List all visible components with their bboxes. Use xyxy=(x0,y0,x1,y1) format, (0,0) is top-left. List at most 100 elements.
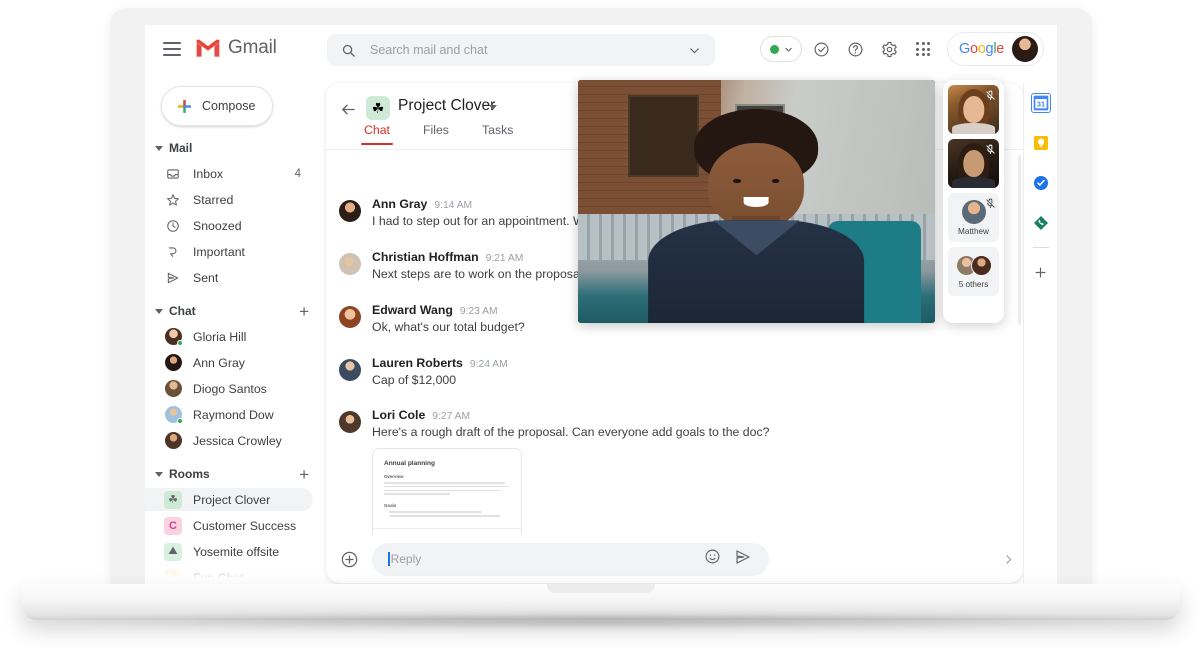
add-app-icon[interactable] xyxy=(1031,262,1051,282)
tasks-check-circle-icon[interactable] xyxy=(806,34,836,64)
tab-tasks[interactable]: Tasks xyxy=(482,123,513,145)
google-keep-icon[interactable] xyxy=(1031,133,1051,153)
hamburger-menu-icon[interactable] xyxy=(163,42,181,56)
reply-bar xyxy=(326,535,1023,583)
participant-name: Matthew xyxy=(958,227,989,236)
room-emoji-clover-icon: ☘ xyxy=(366,96,390,120)
important-label-icon xyxy=(164,245,182,259)
scrollbar[interactable] xyxy=(1018,155,1021,325)
message-timestamp: 9:23 AM xyxy=(460,306,498,317)
speaker-figure xyxy=(657,109,857,323)
doc-attachment-card[interactable]: Annual planning Overview Goals xyxy=(372,448,522,535)
room-menu-chevron-down-icon[interactable] xyxy=(489,105,497,110)
add-chat-icon[interactable]: + xyxy=(299,303,309,320)
sidebar-item-sent[interactable]: Sent xyxy=(145,266,313,289)
participant-tile-matthew[interactable]: Matthew xyxy=(948,193,999,242)
laptop-shadow xyxy=(45,614,1157,628)
presence-dot xyxy=(177,340,183,346)
nav-section-chat[interactable]: Chat + xyxy=(145,300,323,322)
tab-files[interactable]: Files xyxy=(423,123,449,145)
others-count-label: 5 others xyxy=(959,280,989,289)
sidebar-item-label: Inbox xyxy=(193,167,223,181)
sidebar-item-project-clover[interactable]: ☘ Project Clover xyxy=(145,488,313,511)
help-icon[interactable] xyxy=(840,34,870,64)
sidebar-item-label: Important xyxy=(193,245,245,259)
message-text: Here's a rough draft of the proposal. Ca… xyxy=(372,425,769,439)
message-timestamp: 9:24 AM xyxy=(470,359,508,370)
sidebar-item-label: Fun Chat xyxy=(193,571,244,585)
app-rail-slot xyxy=(1024,203,1057,243)
compose-button[interactable]: Compose xyxy=(161,86,273,126)
presence-status-chip[interactable] xyxy=(760,36,802,62)
sidebar-item-starred[interactable]: Starred xyxy=(145,188,313,211)
laptop-mockup: Gmail xyxy=(0,0,1202,648)
google-account-chip[interactable]: Google xyxy=(947,32,1044,66)
chevron-right-icon[interactable] xyxy=(1002,553,1015,571)
google-apps-grid-icon[interactable] xyxy=(908,34,938,64)
sidebar-item-customer-success[interactable]: C Customer Success xyxy=(145,514,313,537)
sidebar-item-label: Ann Gray xyxy=(193,356,245,370)
search-options-chevron-down-icon[interactable] xyxy=(688,44,701,57)
settings-gear-icon[interactable] xyxy=(874,34,904,64)
sidebar-item-inbox[interactable]: Inbox 4 xyxy=(145,162,313,185)
plus-circle-icon[interactable] xyxy=(340,550,359,569)
nav-section-label: Mail xyxy=(169,141,192,155)
nav-section-rooms[interactable]: Rooms + xyxy=(145,463,323,485)
sidebar-item-raymond-dow[interactable]: Raymond Dow xyxy=(145,403,313,426)
search-input[interactable] xyxy=(370,43,688,57)
gmail-wordmark: Gmail xyxy=(228,37,277,59)
search-bar[interactable] xyxy=(327,34,715,66)
search-icon xyxy=(341,43,356,58)
tab-chat[interactable]: Chat xyxy=(364,123,390,145)
reply-input[interactable] xyxy=(391,552,704,566)
send-icon[interactable] xyxy=(734,548,752,571)
google-side-panel: 31 xyxy=(1023,83,1057,583)
status-dot xyxy=(770,45,779,54)
sidebar-item-gloria-hill[interactable]: Gloria Hill xyxy=(145,325,313,348)
reply-input-wrapper[interactable] xyxy=(372,543,769,576)
main-speaker-video[interactable] xyxy=(578,80,935,323)
sidebar-item-label: Starred xyxy=(193,193,233,207)
back-arrow-icon[interactable] xyxy=(340,101,357,123)
section-caret-icon xyxy=(155,472,163,477)
google-voice-icon[interactable] xyxy=(1031,213,1051,233)
sidebar-item-snoozed[interactable]: Snoozed xyxy=(145,214,313,237)
emoji-smiley-icon[interactable] xyxy=(704,548,721,570)
sidebar-item-label: Customer Success xyxy=(193,519,296,533)
participant-tile[interactable] xyxy=(948,85,999,134)
compose-label: Compose xyxy=(202,99,256,113)
sidebar-item-yosemite-offsite[interactable]: ⛰ Yosemite offsite xyxy=(145,540,313,563)
presence-dot xyxy=(177,418,183,424)
participant-tile[interactable] xyxy=(948,139,999,188)
sidebar-item-fun-chat[interactable]: 🍦 Fun Chat xyxy=(145,566,313,586)
sidebar-item-ann-gray[interactable]: Ann Gray xyxy=(145,351,313,374)
add-room-icon[interactable]: + xyxy=(299,466,309,483)
inbox-icon xyxy=(164,167,182,181)
left-navigation: Compose Mail Inbox 4 Starred xyxy=(145,75,323,586)
app-rail-divider xyxy=(1033,247,1049,248)
nav-section-mail[interactable]: Mail xyxy=(145,137,323,159)
mic-off-icon xyxy=(985,142,996,160)
google-calendar-icon[interactable]: 31 xyxy=(1031,93,1051,113)
person-avatar xyxy=(164,354,182,371)
message-author: Christian Hoffman xyxy=(372,250,479,264)
doc-preview-title: Annual planning xyxy=(384,460,510,467)
app-rail-slot xyxy=(1024,252,1057,292)
avatar xyxy=(339,253,361,275)
message-timestamp: 9:14 AM xyxy=(434,200,472,211)
sidebar-item-jessica-crowley[interactable]: Jessica Crowley xyxy=(145,429,313,452)
inbox-unread-count: 4 xyxy=(295,168,301,180)
participant-tile-others[interactable]: 5 others xyxy=(948,247,999,296)
doc-preview: Annual planning Overview Goals xyxy=(373,449,521,528)
avatar xyxy=(339,359,361,381)
sidebar-item-important[interactable]: Important xyxy=(145,240,313,263)
gmail-logo[interactable]: Gmail xyxy=(195,37,277,59)
message-text: Ok, what's our total budget? xyxy=(372,320,525,334)
account-avatar[interactable] xyxy=(1012,36,1038,62)
section-caret-icon xyxy=(155,146,163,151)
sidebar-item-label: Jessica Crowley xyxy=(193,434,282,448)
avatar xyxy=(339,200,361,222)
avatar xyxy=(339,306,361,328)
google-tasks-icon[interactable] xyxy=(1031,173,1051,193)
sidebar-item-diogo-santos[interactable]: Diogo Santos xyxy=(145,377,313,400)
